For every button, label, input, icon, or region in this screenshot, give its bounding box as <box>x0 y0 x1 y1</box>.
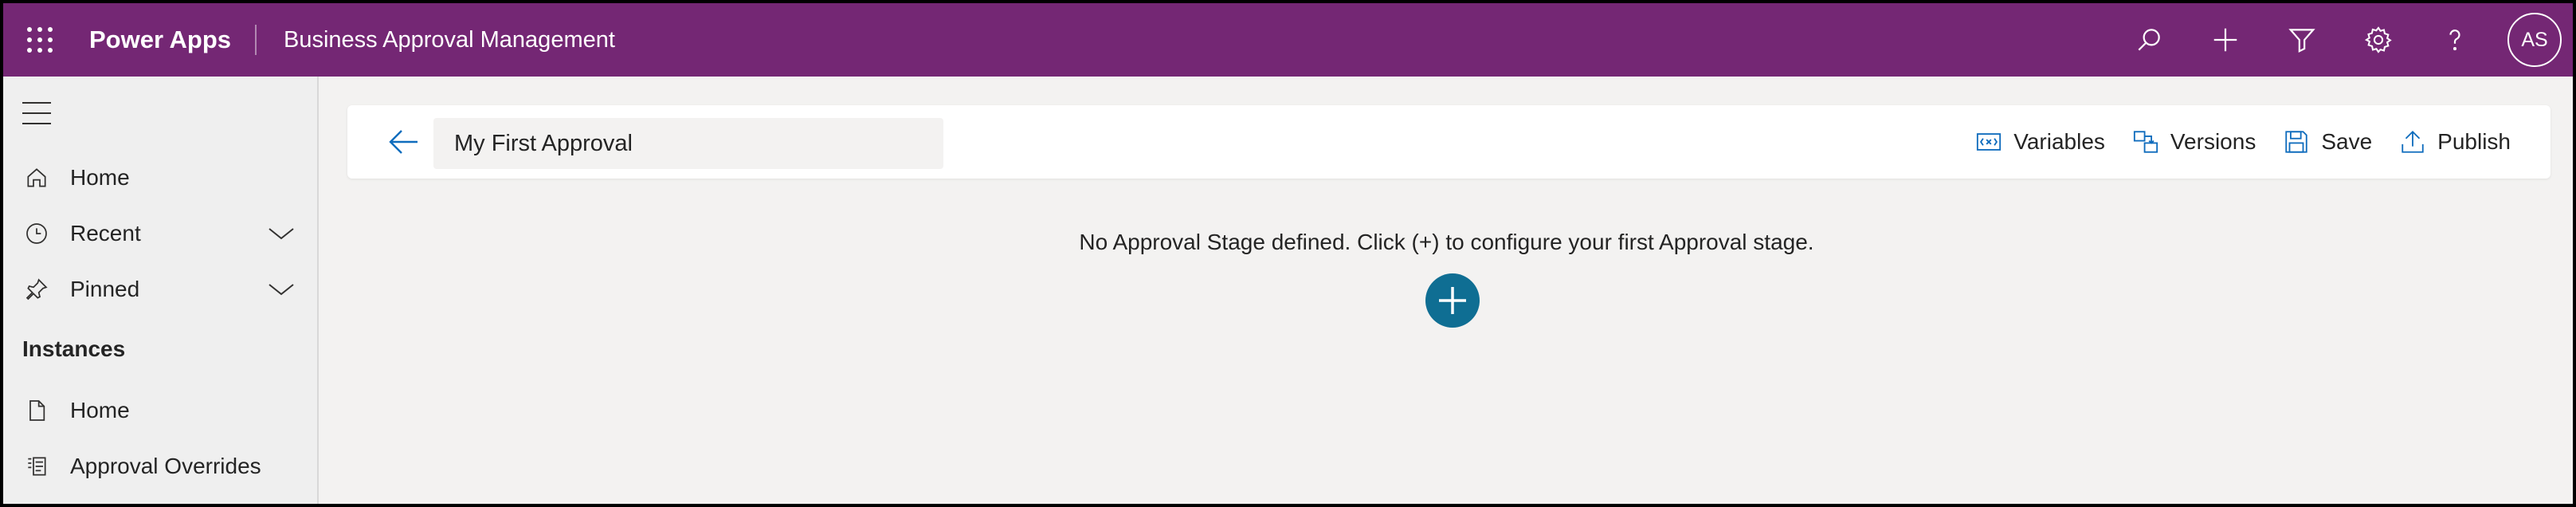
publish-button[interactable]: Publish <box>2399 128 2511 155</box>
save-button[interactable]: Save <box>2283 128 2372 155</box>
pin-icon <box>24 277 49 302</box>
section-title-instances: Instances <box>22 336 126 361</box>
filter-icon <box>2288 29 2315 53</box>
versions-button[interactable]: Versions <box>2132 128 2256 155</box>
plus-icon <box>2213 28 2237 52</box>
upload-icon <box>2402 130 2424 153</box>
variables-label: Variables <box>2013 129 2105 154</box>
sidebar-item-instances-home[interactable]: Home <box>3 383 317 438</box>
publish-label: Publish <box>2437 129 2511 154</box>
sidebar-item-home[interactable]: Home <box>3 150 317 206</box>
home-icon <box>24 165 49 191</box>
chevron-down-icon[interactable] <box>268 281 295 297</box>
app-window: Power Apps Business Approval Management <box>0 0 2576 507</box>
main-content: Variables Versions Save <box>320 77 2573 504</box>
waffle-icon <box>27 27 53 53</box>
search-icon <box>2138 29 2160 51</box>
menu-toggle-icon[interactable] <box>22 102 51 124</box>
clock-icon <box>24 221 49 246</box>
sidebar-item-label: Home <box>70 398 130 422</box>
approval-name-input[interactable] <box>433 118 943 169</box>
help-button[interactable] <box>2417 3 2493 77</box>
save-icon <box>2285 131 2307 153</box>
top-bar-actions: AS <box>2111 3 2573 77</box>
gear-icon <box>2364 26 2392 53</box>
user-avatar[interactable]: AS <box>2507 13 2562 67</box>
sidebar-item-pinned[interactable]: Pinned <box>3 261 317 317</box>
variables-icon <box>1977 133 2002 151</box>
variables-button[interactable]: Variables <box>1975 128 2105 155</box>
save-label: Save <box>2321 129 2373 154</box>
sidebar-item-approval-overrides[interactable]: Approval Overrides <box>3 438 317 494</box>
document-icon <box>24 398 49 423</box>
brand-name[interactable]: Power Apps <box>76 25 257 55</box>
add-stage-button[interactable] <box>1425 273 1480 328</box>
app-title[interactable]: Business Approval Management <box>257 27 615 53</box>
sidebar-item-label: Approval Overrides <box>70 454 261 478</box>
help-icon <box>2449 29 2460 51</box>
sidebar-item-label: Home <box>70 165 130 190</box>
command-actions: Variables Versions Save Publish <box>1948 105 2511 179</box>
sidebar-item-label: Pinned <box>70 277 140 301</box>
filter-button[interactable] <box>2264 3 2340 77</box>
empty-state-message: No Approval Stage defined. Click (+) to … <box>1079 230 1814 254</box>
new-button[interactable] <box>2187 3 2264 77</box>
sidebar-item-recent[interactable]: Recent <box>3 206 317 261</box>
back-arrow-icon[interactable] <box>387 128 419 156</box>
top-bar: Power Apps Business Approval Management <box>3 3 2573 77</box>
app-launcher-button[interactable] <box>3 3 76 77</box>
versions-icon <box>2133 131 2158 153</box>
command-bar: Variables Versions Save <box>347 105 2551 179</box>
chevron-down-icon[interactable] <box>268 226 295 242</box>
versions-label: Versions <box>2170 129 2256 154</box>
sidebar-item-label: Recent <box>70 221 141 246</box>
sidebar: Home Recent Pinned Instances Home Approv… <box>3 77 319 504</box>
settings-button[interactable] <box>2340 3 2417 77</box>
overrides-icon <box>24 454 49 479</box>
plus-icon <box>1439 287 1466 314</box>
search-button[interactable] <box>2111 3 2187 77</box>
